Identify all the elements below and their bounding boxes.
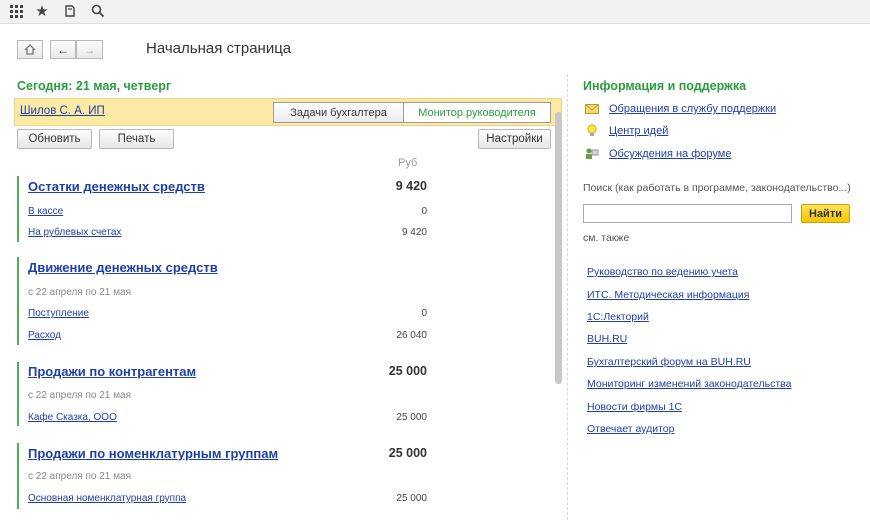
section-title-sales-by-product-group[interactable]: Продажи по номенклатурным группам [28, 446, 278, 461]
support-link[interactable]: Обсуждения на форуме [609, 148, 731, 160]
top-toolbar: ★ [0, 0, 870, 24]
item-link[interactable]: В кассе [28, 206, 63, 217]
resource-link[interactable]: Отвечает аудитор [587, 423, 674, 435]
resource-link[interactable]: Мониторинг изменений законодательства [587, 378, 791, 390]
item-value: 9 420 [401, 227, 427, 238]
section-title-cash-balance[interactable]: Остатки денежных средств [28, 179, 205, 194]
date-heading: Сегодня: 21 мая, четверг [17, 79, 172, 93]
item-value: 0 [421, 206, 427, 217]
item-value: 25 000 [396, 493, 427, 504]
period-label: с 22 апреля по 21 мая [28, 390, 131, 401]
home-button[interactable] [17, 40, 43, 59]
item-value: 0 [421, 308, 427, 319]
item-link[interactable]: Поступление [28, 308, 89, 319]
search-input[interactable] [583, 204, 792, 223]
section-title-cash-flow[interactable]: Движение денежных средств [28, 260, 218, 275]
currency-label: Руб [398, 157, 418, 169]
resource-link[interactable]: Новости фирмы 1С [587, 401, 682, 413]
scrollbar[interactable] [555, 112, 562, 384]
tab-accountant-tasks[interactable]: Задачи бухгалтера [274, 103, 404, 122]
support-heading: Информация и поддержка [583, 79, 747, 93]
panel-divider [567, 74, 568, 520]
resource-link[interactable]: Руководство по ведению учета [587, 266, 738, 278]
arrow-left-icon: ← [57, 42, 69, 57]
star-icon[interactable]: ★ [33, 2, 51, 20]
support-item[interactable]: Обращения в службу поддержки [583, 102, 776, 116]
forward-button[interactable]: → [76, 40, 103, 59]
mode-tabs: Задачи бухгалтера Монитор руководителя [273, 102, 551, 123]
section-title-sales-by-counterparty[interactable]: Продажи по контрагентам [28, 364, 196, 379]
item-link[interactable]: Расход [28, 330, 61, 341]
section-marker [17, 176, 19, 242]
section-marker [17, 257, 19, 345]
section-total: 25 000 [388, 364, 427, 378]
organization-link[interactable]: Шилов С. А. ИП [20, 105, 105, 117]
find-button[interactable]: Найти [801, 204, 850, 223]
resource-link[interactable]: Бухгалтерский форум на BUH.RU [587, 356, 751, 368]
page-title: Начальная страница [146, 40, 292, 57]
support-link[interactable]: Центр идей [609, 125, 668, 137]
item-value: 25 000 [396, 412, 427, 423]
back-button[interactable]: ← [50, 40, 76, 59]
section-total: 25 000 [388, 446, 427, 460]
org-band: Шилов С. А. ИП Задачи бухгалтера Монитор… [14, 98, 562, 126]
support-link[interactable]: Обращения в службу поддержки [609, 103, 776, 115]
period-label: с 22 апреля по 21 мая [28, 287, 131, 298]
resource-link[interactable]: BUH.RU [587, 333, 627, 345]
tab-manager-monitor[interactable]: Монитор руководителя [404, 103, 550, 122]
history-icon[interactable] [61, 2, 79, 20]
forum-icon [583, 147, 601, 161]
item-link[interactable]: На рублевых счетах [28, 227, 121, 238]
item-link[interactable]: Основная номенклатурная группа [28, 493, 186, 504]
resource-link[interactable]: 1С:Лекторий [587, 311, 649, 323]
envelope-icon [583, 102, 601, 116]
support-item[interactable]: Обсуждения на форуме [583, 147, 731, 161]
support-item[interactable]: Центр идей [583, 124, 668, 138]
search-icon[interactable] [89, 2, 107, 20]
period-label: с 22 апреля по 21 мая [28, 471, 131, 482]
search-label: Поиск (как работать в программе, законод… [583, 182, 851, 194]
see-also-label: см. также [583, 232, 630, 244]
apps-grid-icon[interactable] [7, 2, 25, 20]
section-marker [17, 362, 19, 426]
item-link[interactable]: Кафе Сказка, ООО [28, 412, 117, 423]
refresh-button[interactable]: Обновить [17, 129, 92, 149]
home-icon [24, 44, 36, 55]
section-marker [17, 443, 19, 509]
arrow-right-icon: → [83, 42, 96, 57]
print-button[interactable]: Печать [99, 129, 174, 149]
section-total: 9 420 [395, 179, 427, 193]
settings-button[interactable]: Настройки [478, 129, 551, 149]
item-value: 26 040 [396, 330, 427, 341]
lightbulb-icon [583, 124, 601, 138]
resource-link[interactable]: ИТС. Методическая информация [587, 289, 749, 301]
